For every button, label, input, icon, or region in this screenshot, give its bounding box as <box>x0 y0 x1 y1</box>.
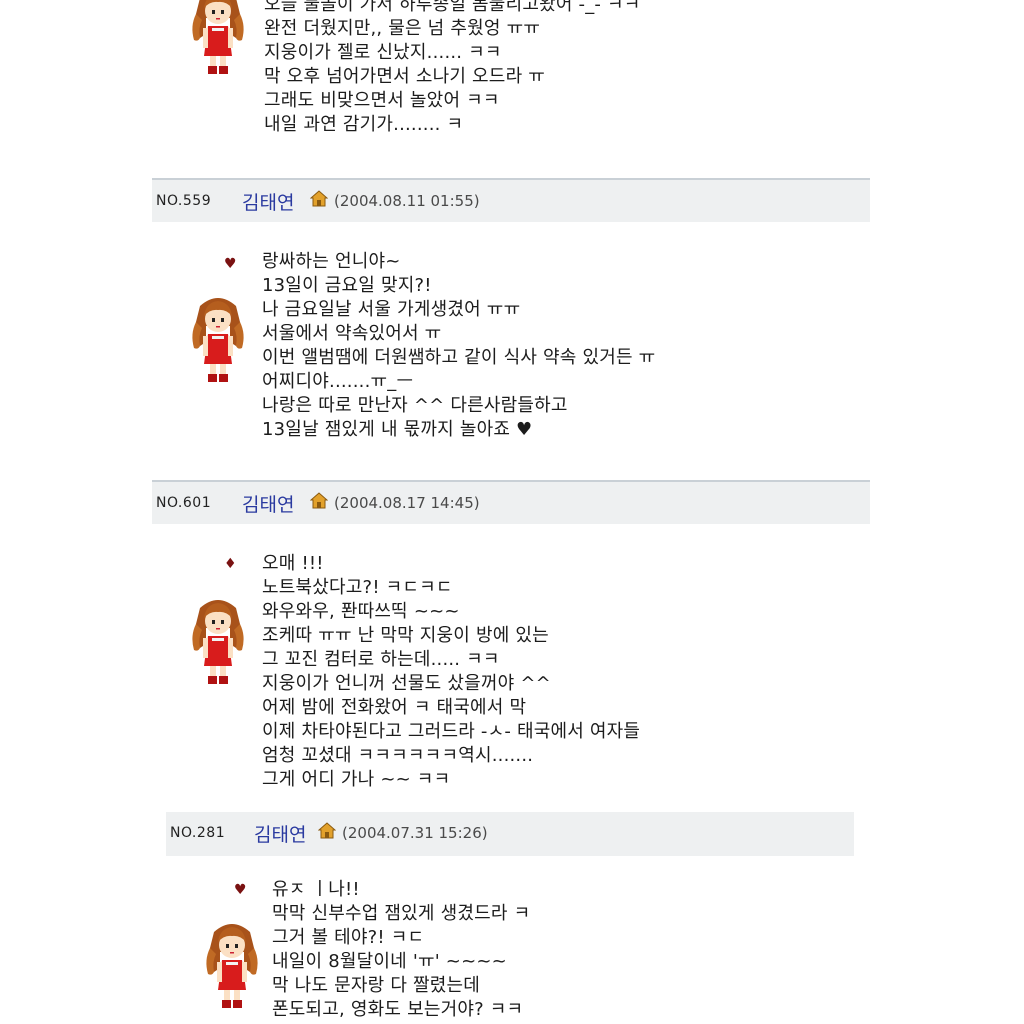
post-line: 막 나도 문자랑 다 짤렸는데 <box>272 975 481 996</box>
post-line: 서울에서 약속있어서 ㅠ <box>262 323 442 344</box>
post-line: 그게 어디 가나 ~~ ㅋㅋ <box>262 769 451 790</box>
avatar <box>192 0 244 74</box>
post-line: 그래도 비맞으면서 놀았어 ㅋㅋ <box>264 90 500 111</box>
post-number: NO.601 <box>156 495 212 511</box>
post-line: 어제 밤에 전화왔어 ㅋ 태국에서 막 <box>262 697 527 718</box>
post-line: 나랑은 따로 만난자 ^^ 다른사람들하고 <box>262 395 568 416</box>
post-body: 오매 !!! 노트북샀다고?! ㅋㄷㅋㄷ 와우와우, 퐌따쓰띡 ~~~ 조케따 … <box>262 552 640 792</box>
post-line: 오매 !!! <box>262 553 324 574</box>
post-line: 그 꼬진 컴터로 하는데..... ㅋㅋ <box>262 649 500 670</box>
post-line: 내일이 8월달이네 'ㅠ' ~~~~ <box>272 951 507 972</box>
post-line: 13일날 잼있게 내 몫까지 놀아죠 ♥ <box>262 419 533 440</box>
post-body: 오늘 물놀이 가서 하루종일 몸불리고왔어 -_- ㅋㅋ 완전 더웠지만,, 물… <box>264 0 641 137</box>
post-header: NO.601 김태연 (2004.08.17 14:45) <box>152 480 870 524</box>
post-line: 13일이 금요일 맞지?! <box>262 275 432 296</box>
post-line: 엄청 꼬셨대 ㅋㅋㅋㅋㅋㅋ역시....... <box>262 745 534 766</box>
author-name[interactable]: 김태연 <box>242 188 294 215</box>
post-line: 이제 차타야된다고 그러드라 -ㅅ- 태국에서 여자들 <box>262 721 641 742</box>
post-line: 폰도되고, 영화도 보는거야? ㅋㅋ <box>272 999 524 1020</box>
post-line: 이번 앨범땜에 더원쌤하고 같이 식사 약속 있거든 ㅠ <box>262 347 656 368</box>
home-icon[interactable] <box>318 821 336 839</box>
post-date: (2004.08.17 14:45) <box>334 494 480 512</box>
post-number: NO.281 <box>170 825 226 841</box>
post-header: NO.559 김태연 (2004.08.11 01:55) <box>152 178 870 222</box>
heart-icon: ♦ <box>224 556 237 572</box>
avatar <box>206 924 258 1008</box>
post-body: 랑싸하는 언니야~ 13일이 금요일 맞지?! 나 금요일날 서울 가게생겼어 … <box>262 250 655 442</box>
heart-icon: ♥ <box>224 256 237 272</box>
post-line: 지웅이가 언니꺼 선물도 샀을꺼야 ^^ <box>262 673 551 694</box>
post-line: 오늘 물놀이 가서 하루종일 몸불리고왔어 -_- ㅋㅋ <box>264 0 641 15</box>
author-name[interactable]: 김태연 <box>242 490 294 517</box>
post-line: 막막 신부수업 잼있게 생겼드라 ㅋ <box>272 903 531 924</box>
home-icon[interactable] <box>310 491 328 509</box>
post-body: 유ㅈ ㅣ나!! 막막 신부수업 잼있게 생겼드라 ㅋ 그거 볼 테야?! ㅋㄷ … <box>272 878 530 1022</box>
post-line: 유ㅈ ㅣ나!! <box>272 879 360 900</box>
post-line: 와우와우, 퐌따쓰띡 ~~~ <box>262 601 460 622</box>
avatar <box>192 298 244 382</box>
post-number: NO.559 <box>156 193 212 209</box>
home-icon[interactable] <box>310 189 328 207</box>
post-line: 완전 더웠지만,, 물은 넘 추웠엉 ㅠㅠ <box>264 18 541 39</box>
post-line: 어찌디야.......ㅠ_ㅡ <box>262 371 414 392</box>
post-line: 막 오후 넘어가면서 소나기 오드라 ㅠ <box>264 66 546 87</box>
author-name[interactable]: 김태연 <box>254 820 306 847</box>
post-line: 랑싸하는 언니야~ <box>262 251 401 272</box>
post-line: 노트북샀다고?! ㅋㄷㅋㄷ <box>262 577 453 598</box>
avatar <box>192 600 244 684</box>
post-line: 그거 볼 테야?! ㅋㄷ <box>272 927 425 948</box>
post-line: 지웅이가 젤로 신났지...... ㅋㅋ <box>264 42 502 63</box>
post-line: 조케따 ㅠㅠ 난 막막 지웅이 방에 있는 <box>262 625 549 646</box>
post-date: (2004.07.31 15:26) <box>342 824 488 842</box>
heart-icon: ♥ <box>234 882 247 898</box>
post-date: (2004.08.11 01:55) <box>334 192 480 210</box>
post-line: 나 금요일날 서울 가게생겼어 ㅠㅠ <box>262 299 521 320</box>
post-line: 내일 과연 감기가........ ㅋ <box>264 114 464 135</box>
post-header: NO.281 김태연 (2004.07.31 15:26) <box>166 812 854 856</box>
